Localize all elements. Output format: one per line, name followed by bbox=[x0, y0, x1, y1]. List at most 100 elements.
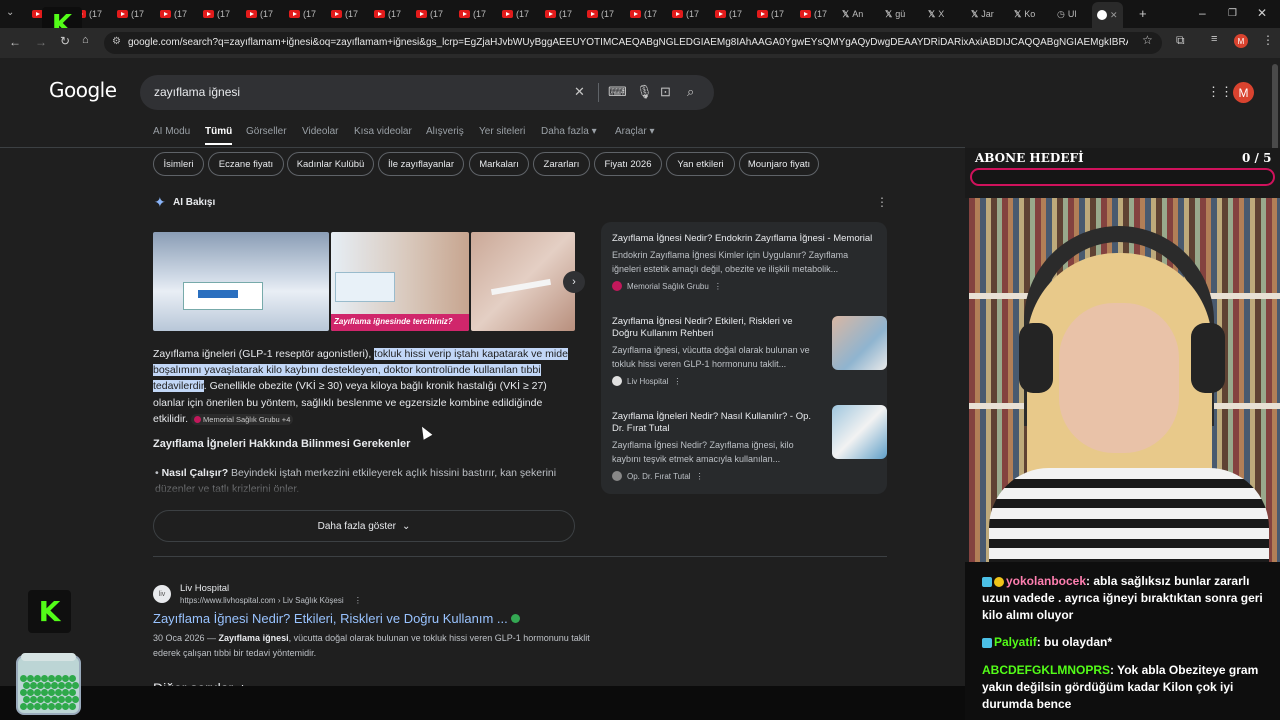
forward-arrow-icon[interactable]: → bbox=[35, 35, 47, 49]
result-site-name[interactable]: Liv Hospital bbox=[180, 583, 229, 594]
tab-youtube[interactable]: (17 bbox=[800, 4, 827, 24]
menu-dots-icon[interactable]: ⋮ bbox=[1262, 33, 1274, 47]
tab-x-3[interactable]: 𝕏X bbox=[928, 4, 944, 24]
tab-youtube[interactable]: (17 bbox=[502, 4, 529, 24]
apps-grid-icon[interactable]: ⋮⋮ bbox=[1207, 84, 1233, 100]
media-icon[interactable]: ≡ bbox=[1211, 33, 1217, 45]
filter-chip[interactable]: Zararları bbox=[533, 152, 590, 176]
tab-ai-mode[interactable]: AI Modu bbox=[153, 126, 190, 137]
filter-chip[interactable]: Eczane fiyatı bbox=[208, 152, 284, 176]
tab-google-active[interactable]: ✕ bbox=[1092, 2, 1123, 28]
tab-search-icon[interactable]: ⌄ bbox=[6, 7, 14, 18]
gem-icon bbox=[37, 682, 44, 689]
carousel-next-button[interactable]: › bbox=[563, 271, 585, 293]
tab-places[interactable]: Yer siteleri bbox=[479, 126, 525, 137]
back-arrow-icon[interactable]: ← bbox=[9, 35, 21, 49]
keyboard-icon[interactable]: ⌨ bbox=[608, 84, 627, 100]
gem-icon bbox=[48, 689, 55, 696]
result-snippet: 30 Oca 2026 — Zayıflama iğnesi, vücutta … bbox=[153, 633, 590, 658]
tab-x-4[interactable]: 𝕏 Jar bbox=[971, 4, 994, 24]
account-avatar[interactable]: M bbox=[1233, 82, 1254, 103]
tab-all[interactable]: Tümü bbox=[205, 126, 233, 145]
source-card[interactable]: Zayıflama İğnesi Nedir? Etkileri, Riskle… bbox=[612, 316, 887, 386]
tab-images[interactable]: Görseller bbox=[246, 126, 287, 137]
tab-youtube[interactable]: (17 bbox=[587, 4, 614, 24]
window-close-icon[interactable]: ✕ bbox=[1257, 6, 1267, 20]
clear-icon[interactable]: ✕ bbox=[574, 84, 585, 100]
more-options-icon[interactable]: ⋮ bbox=[354, 596, 362, 605]
tab-more[interactable]: Daha fazla ▾ bbox=[541, 126, 597, 137]
site-info-icon[interactable]: ⚙ bbox=[112, 36, 121, 47]
tab-history[interactable]: ◷ Ul bbox=[1057, 4, 1076, 24]
gem-icon bbox=[27, 703, 34, 710]
source-card[interactable]: Zayıflama İğnesi Nedir? Endokrin Zayıfla… bbox=[612, 233, 878, 291]
tab-short-videos[interactable]: Kısa videolar bbox=[354, 126, 412, 137]
filter-chip[interactable]: Fiyatı 2026 bbox=[594, 152, 662, 176]
tab-x-1[interactable]: 𝕏 An bbox=[842, 4, 863, 24]
result-breadcrumb[interactable]: https://www.livhospital.com › Liv Sağlık… bbox=[180, 596, 362, 605]
result-title-link[interactable]: Zayıflama İğnesi Nedir? Etkileri, Riskle… bbox=[153, 611, 521, 626]
chat-username[interactable]: Palyatif bbox=[994, 635, 1037, 649]
source-thumbnail[interactable] bbox=[832, 405, 887, 459]
tab-tools[interactable]: Araçlar ▾ bbox=[615, 126, 655, 137]
tab-youtube[interactable]: (17 bbox=[459, 4, 486, 24]
tab-youtube[interactable]: (17 bbox=[203, 4, 230, 24]
filter-chip[interactable]: Mounjaro fiyatı bbox=[739, 152, 819, 176]
liv-favicon-icon[interactable]: liv bbox=[153, 585, 171, 603]
source-thumbnail[interactable] bbox=[832, 316, 887, 370]
ai-image-pen[interactable] bbox=[471, 232, 575, 331]
more-options-icon[interactable]: ⋮ bbox=[696, 472, 704, 481]
tab-youtube[interactable]: (17 bbox=[416, 4, 443, 24]
source-chip[interactable]: Memorial Sağlık Grubu +4 bbox=[190, 413, 294, 425]
filter-chip[interactable]: Kadınlar Kulübü bbox=[287, 152, 374, 176]
more-options-icon[interactable]: ⋮ bbox=[714, 282, 722, 291]
filter-chip[interactable]: Yan etkileri bbox=[666, 152, 735, 176]
close-icon[interactable]: ✕ bbox=[1110, 10, 1118, 21]
more-options-icon[interactable]: ⋮ bbox=[876, 195, 888, 209]
lens-icon[interactable]: ⊡ bbox=[660, 84, 671, 100]
search-input[interactable]: zayıflama iğnesi ✕ ⌨ 🎙 ⊡ ⌕ bbox=[140, 75, 714, 110]
google-logo[interactable]: Google bbox=[49, 78, 117, 102]
profile-avatar[interactable]: M bbox=[1234, 34, 1248, 48]
tab-youtube[interactable]: (17 bbox=[331, 4, 358, 24]
bookmark-star-icon[interactable]: ☆ bbox=[1142, 33, 1153, 47]
tab-videos[interactable]: Videolar bbox=[302, 126, 339, 137]
source-card[interactable]: Zayıflama İğneleri Nedir? Nasıl Kullanıl… bbox=[612, 405, 887, 481]
ai-image-ozempic[interactable] bbox=[153, 232, 329, 331]
tab-x-2[interactable]: 𝕏gü bbox=[885, 4, 905, 24]
show-more-button[interactable]: Daha fazla göster ⌄ bbox=[153, 510, 575, 542]
tab-youtube[interactable]: (17 bbox=[246, 4, 273, 24]
extensions-icon[interactable]: ⧉ bbox=[1176, 33, 1185, 48]
minimize-icon[interactable]: – bbox=[1199, 6, 1206, 20]
subscriber-badge-icon bbox=[982, 576, 992, 587]
search-icon[interactable]: ⌕ bbox=[687, 84, 694, 100]
filter-chip[interactable]: İsimleri bbox=[153, 152, 204, 176]
tab-youtube[interactable]: (17 bbox=[545, 4, 572, 24]
microphone-icon[interactable]: 🎙 bbox=[636, 84, 653, 100]
more-options-icon[interactable]: ⋮ bbox=[673, 377, 681, 386]
maximize-icon[interactable]: ❐ bbox=[1228, 8, 1237, 19]
reload-icon[interactable]: ↻ bbox=[60, 34, 70, 48]
tab-youtube[interactable]: (17 bbox=[630, 4, 657, 24]
ai-image-injection[interactable]: Zayıflama iğnesinde tercihiniz? bbox=[331, 232, 469, 331]
tab-shopping[interactable]: Alışveriş bbox=[426, 126, 464, 137]
tab-youtube[interactable]: (17 bbox=[672, 4, 699, 24]
goal-count: 0 / 5 bbox=[1242, 151, 1272, 165]
chat-username[interactable]: yokolanbocek bbox=[1006, 574, 1086, 588]
tab-youtube[interactable]: (17 bbox=[289, 4, 316, 24]
ai-overview-title: AI Bakışı bbox=[173, 197, 216, 208]
filter-chip[interactable]: Markaları bbox=[469, 152, 529, 176]
tab-youtube[interactable]: (17 bbox=[117, 4, 144, 24]
chat-username[interactable]: ABCDEFGKLMNOPRS bbox=[982, 663, 1110, 677]
tab-youtube[interactable]: (17 bbox=[374, 4, 401, 24]
tab-youtube[interactable]: (17 bbox=[757, 4, 784, 24]
tab-youtube[interactable]: (17 bbox=[160, 4, 187, 24]
tab-youtube[interactable]: (17 bbox=[715, 4, 742, 24]
url-text[interactable]: google.com/search?q=zayıflamam+iğnesi&oq… bbox=[128, 37, 1128, 48]
filter-chip[interactable]: İle zayıflayanlar bbox=[378, 152, 464, 176]
home-icon[interactable]: ⌂ bbox=[82, 34, 89, 46]
search-query[interactable]: zayıflama iğnesi bbox=[154, 85, 240, 99]
omnibox[interactable]: ⚙ google.com/search?q=zayıflamam+iğnesi&… bbox=[104, 32, 1162, 54]
plus-icon[interactable]: + bbox=[1139, 6, 1147, 21]
tab-x-5[interactable]: 𝕏 Ko bbox=[1014, 4, 1035, 24]
